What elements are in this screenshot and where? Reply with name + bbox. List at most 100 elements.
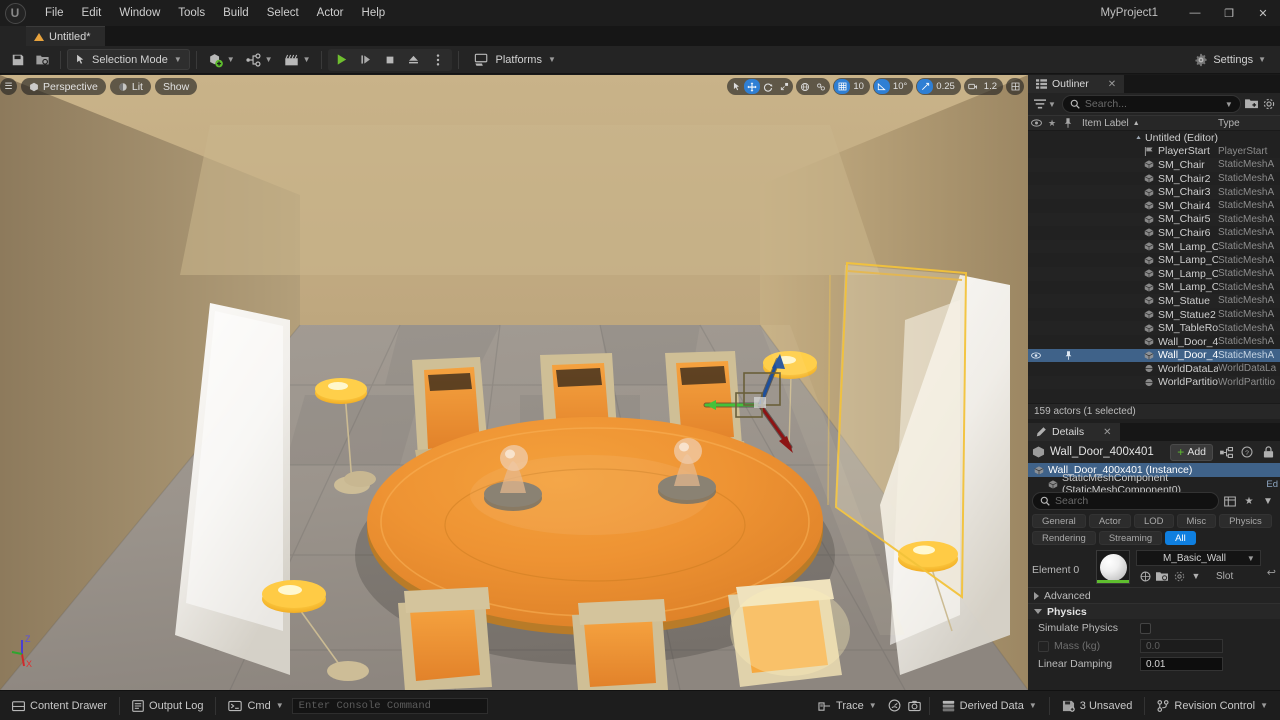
simulate-physics-checkbox[interactable] [1140, 622, 1151, 634]
menu-build[interactable]: Build [214, 3, 258, 23]
eject-button[interactable] [402, 49, 426, 71]
favorite-column-icon[interactable]: ★ [1044, 118, 1060, 129]
outliner-row-sm-chair2[interactable]: SM_Chair2 StaticMeshA [1028, 172, 1280, 186]
use-selected-asset-icon[interactable] [1155, 569, 1169, 583]
outliner-close-icon[interactable]: ✕ [1108, 79, 1116, 90]
details-filter-tab-general[interactable]: General [1032, 514, 1086, 528]
details-filter-tab-rendering[interactable]: Rendering [1032, 531, 1096, 545]
add-component-button[interactable]: + Add [1170, 443, 1213, 461]
details-search-input[interactable] [1055, 495, 1211, 507]
outliner-row-sm-lamp-ceiling3[interactable]: SM_Lamp_Ceiling3StaticMeshA [1028, 253, 1280, 267]
trace-button[interactable]: Trace ▼ [810, 696, 885, 716]
outliner-row-wall-door-400x400[interactable]: Wall_Door_400x400StaticMeshA [1028, 335, 1280, 349]
menu-window[interactable]: Window [110, 3, 169, 23]
outliner-row-sm-tableround[interactable]: SM_TableRoundStaticMeshA [1028, 321, 1280, 335]
tab-outliner[interactable]: Outliner ✕ [1028, 75, 1125, 93]
angle-snap-value[interactable]: 10° [890, 81, 912, 92]
pin-column-icon[interactable] [1060, 118, 1076, 128]
performance-icon[interactable] [885, 696, 905, 716]
details-filter-tab-all[interactable]: All [1165, 531, 1196, 545]
outliner-search-box[interactable]: ▼ [1061, 95, 1241, 113]
camera-speed-value[interactable]: 1.2 [981, 81, 1002, 92]
outliner-row-sm-chair4[interactable]: SM_Chair4 StaticMeshA [1028, 199, 1280, 213]
skip-frame-button[interactable] [354, 49, 378, 71]
viewport-show-button[interactable]: Show [154, 78, 198, 95]
viewport-lit-button[interactable]: Lit [109, 78, 151, 95]
select-tool-icon[interactable] [728, 79, 744, 94]
details-search-box[interactable] [1032, 492, 1219, 510]
outliner-row-sm-chair5[interactable]: SM_Chair5 StaticMeshA [1028, 212, 1280, 227]
outliner-list[interactable]: Untitled (Editor) PlayerStart PlayerStart… [1028, 131, 1280, 403]
row-pin-icon[interactable] [1060, 351, 1076, 360]
menu-select[interactable]: Select [258, 3, 308, 23]
menu-actor[interactable]: Actor [308, 3, 353, 23]
unsaved-changes-button[interactable]: 3 Unsaved [1054, 696, 1141, 716]
surface-snap-icon[interactable] [813, 79, 829, 94]
outliner-row-sm-chair[interactable]: SM_Chair StaticMeshA [1028, 158, 1280, 172]
outliner-root-row[interactable]: Untitled (Editor) [1028, 131, 1280, 145]
output-log-button[interactable]: Output Log [124, 696, 211, 716]
stop-button[interactable] [378, 49, 402, 71]
details-filter-tab-streaming[interactable]: Streaming [1098, 531, 1163, 545]
settings-button[interactable]: Settings ▼ [1186, 49, 1274, 70]
details-filter-tab-physics[interactable]: Physics [1219, 514, 1272, 528]
add-actor-button[interactable]: ▼ [203, 49, 239, 71]
platforms-button[interactable]: Platforms ▼ [465, 49, 564, 70]
material-combo-box[interactable]: M_Basic_Wall ▼ [1136, 550, 1261, 566]
outliner-row-sm-statue[interactable]: SM_Statue StaticMeshA [1028, 294, 1280, 308]
camera-speed-icon[interactable] [965, 79, 981, 94]
world-space-icon[interactable] [797, 79, 813, 94]
play-options-button[interactable] [426, 49, 450, 71]
details-filter-tab-actor[interactable]: Actor [1088, 514, 1131, 528]
scale-snap-value[interactable]: 0.25 [933, 81, 960, 92]
material-thumbnail[interactable] [1096, 550, 1130, 584]
cinematics-button[interactable]: ▼ [279, 49, 315, 71]
new-folder-icon[interactable] [1245, 95, 1259, 113]
viewport-layout-icon[interactable] [1007, 79, 1023, 94]
scale-snap-icon[interactable] [917, 79, 934, 94]
angle-snap-icon[interactable] [873, 79, 890, 94]
outliner-row-worldpartitionminimap[interactable]: WorldPartitionMiniMapWorldPartitio [1028, 375, 1280, 390]
console-command-input[interactable] [298, 699, 481, 712]
level-viewport[interactable]: ☰ Perspective Lit Show 10 10° 0.25 1.2 Z… [0, 75, 1028, 690]
viewport-menu-icon[interactable]: ☰ [0, 78, 17, 95]
rotate-tool-icon[interactable] [760, 79, 776, 94]
type-column[interactable]: Type [1218, 118, 1280, 129]
tab-untitled-level[interactable]: Untitled* [26, 26, 105, 46]
menu-edit[interactable]: Edit [73, 3, 111, 23]
help-icon[interactable]: ? [1239, 444, 1255, 461]
derived-data-button[interactable]: Derived Data ▼ [934, 696, 1045, 716]
browse-to-asset-icon[interactable] [1138, 569, 1152, 583]
outliner-row-sm-lamp-ceiling5[interactable]: SM_Lamp_Ceiling5StaticMeshA [1028, 281, 1280, 295]
outliner-row-sm-chair6[interactable]: SM_Chair6 StaticMeshA [1028, 226, 1280, 240]
minimize-button[interactable]: — [1178, 0, 1212, 26]
revision-control-button[interactable]: Revision Control ▼ [1149, 696, 1276, 716]
details-filter-tab-lod[interactable]: LOD [1134, 514, 1174, 528]
tab-details[interactable]: Details ✕ [1028, 423, 1120, 441]
details-filter-tab-misc[interactable]: Misc [1176, 514, 1217, 528]
viewport-perspective-button[interactable]: Perspective [21, 78, 106, 95]
outliner-row-sm-lamp-ceiling4[interactable]: SM_Lamp_Ceiling4StaticMeshA [1028, 266, 1280, 281]
physics-section[interactable]: Physics [1028, 603, 1280, 619]
menu-tools[interactable]: Tools [169, 3, 214, 23]
chevron-down-icon[interactable]: ▼ [1225, 100, 1233, 109]
column-view-icon[interactable] [1222, 493, 1238, 510]
outliner-settings-icon[interactable] [1262, 95, 1276, 113]
reset-to-default-icon[interactable]: ↩ [1267, 550, 1276, 579]
screenshot-icon[interactable] [905, 696, 925, 716]
outliner-row-worlddatalayers-1[interactable]: WorldDataLayers-1WorldDataLa [1028, 362, 1280, 376]
outliner-filter-button[interactable]: ▼ [1032, 98, 1058, 110]
component-row-1[interactable]: StaticMeshComponent (StaticMeshComponent… [1028, 472, 1280, 496]
menu-file[interactable]: File [36, 3, 73, 23]
outliner-row-sm-lamp-ceiling2[interactable]: SM_Lamp_Ceiling2StaticMeshA [1028, 239, 1280, 254]
blueprint-graph-icon[interactable] [1218, 444, 1234, 461]
item-label-column[interactable]: Item Label ▲ [1076, 118, 1218, 129]
move-tool-icon[interactable] [744, 79, 761, 94]
maximize-button[interactable]: ❐ [1212, 0, 1246, 26]
mass-override-checkbox[interactable] [1038, 640, 1049, 652]
advanced-section[interactable]: Advanced [1028, 587, 1280, 603]
console-command-box[interactable] [291, 697, 488, 714]
grid-snap-icon[interactable] [834, 79, 851, 94]
details-settings-icon[interactable]: ▼ [1260, 493, 1276, 510]
chevron-down-icon[interactable]: ▼ [1189, 569, 1203, 583]
